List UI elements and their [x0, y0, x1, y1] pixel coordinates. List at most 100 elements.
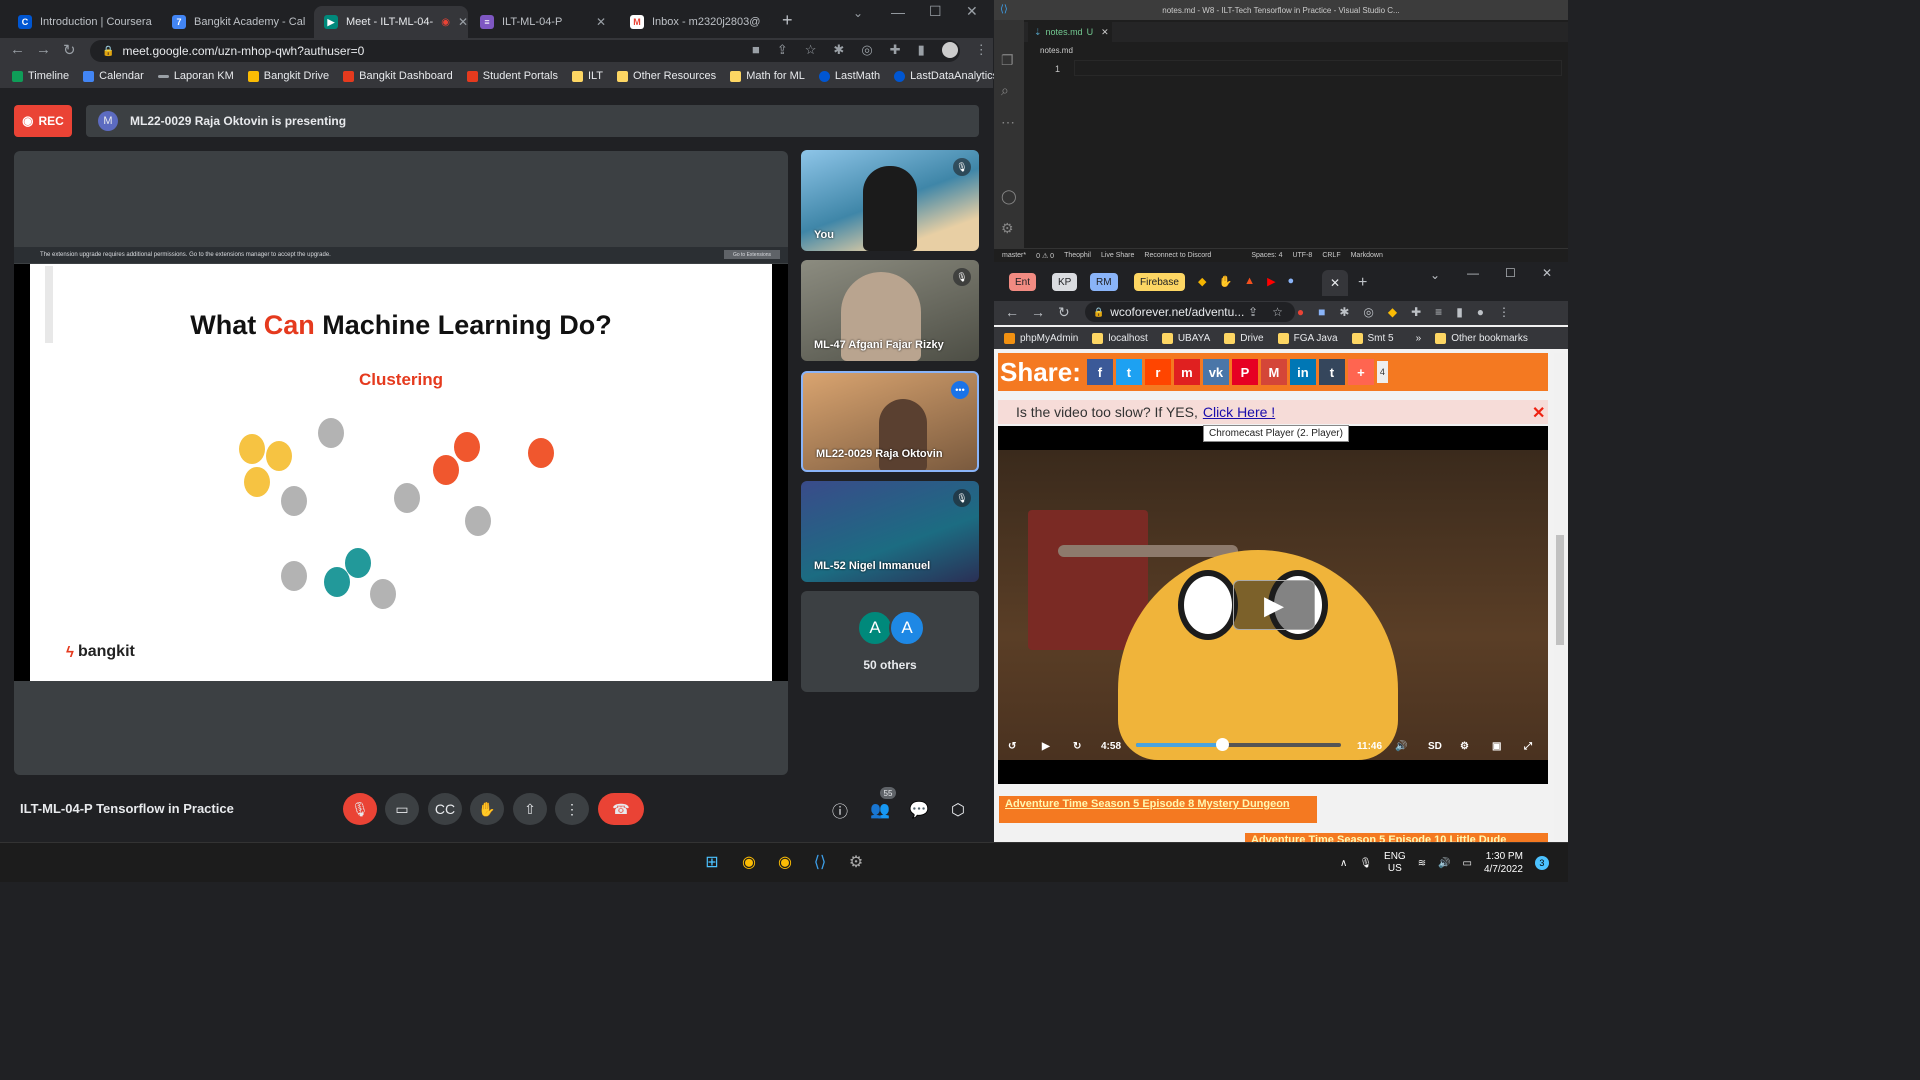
email-icon[interactable]: M — [1260, 359, 1287, 385]
editor-current-line[interactable] — [1074, 60, 1562, 76]
bookmark-localhost[interactable]: localhost — [1092, 332, 1148, 344]
wifi-icon[interactable]: ≋ — [1418, 858, 1426, 869]
extension-icon[interactable]: ✱ — [1339, 305, 1349, 319]
mix-icon[interactable]: m — [1173, 359, 1200, 385]
bookmark-phpmyadmin[interactable]: phpMyAdmin — [1004, 332, 1078, 344]
eol-status[interactable]: CRLF — [1322, 252, 1340, 259]
maximize-icon[interactable]: ☐ — [929, 3, 942, 20]
tab-search-icon[interactable]: ⌄ — [853, 6, 863, 20]
meeting-info-icon[interactable]: ⓘ — [827, 797, 853, 823]
episode-link[interactable]: Adventure Time Season 5 Episode 8 Myster… — [999, 796, 1317, 823]
bookmark-calendar[interactable]: Calendar — [83, 70, 144, 82]
pinterest-icon[interactable]: P — [1231, 359, 1258, 385]
explorer-icon[interactable]: ❐ — [1001, 52, 1014, 69]
tab-bangkit-calendar[interactable]: 7 Bangkit Academy - Cal ✕ — [162, 6, 312, 38]
settings-gear-icon[interactable]: ⚙ — [1001, 220, 1014, 237]
live-share-status[interactable]: Live Share — [1101, 252, 1134, 259]
bookmark-student-portals[interactable]: Student Portals — [466, 70, 558, 82]
back-icon[interactable]: ← — [1005, 304, 1019, 320]
mic-icon[interactable]: 🎙 — [1359, 858, 1372, 869]
play-overlay-icon[interactable]: ▶ — [1233, 580, 1315, 630]
present-button[interactable]: ⇧ — [513, 793, 547, 825]
reddit-icon[interactable]: r — [1144, 359, 1171, 385]
close-window-icon[interactable]: ✕ — [966, 3, 978, 20]
indent-status[interactable]: Spaces: 4 — [1251, 252, 1282, 259]
bookmark-other-resources[interactable]: Other Resources — [617, 70, 716, 82]
extension-icon[interactable]: ● — [1297, 305, 1304, 319]
close-tab-icon[interactable]: ✕ — [768, 15, 770, 29]
clock[interactable]: 1:30 PM 4/7/2022 — [1484, 850, 1523, 876]
star-icon[interactable]: ☆ — [1272, 305, 1283, 319]
problems-status[interactable]: 0 ⚠ 0 — [1036, 252, 1054, 260]
menu-icon[interactable]: ⋮ — [1498, 305, 1510, 319]
participant-tile-afgani[interactable]: 🎙 ML-47 Afgani Fajar Rizky — [801, 260, 979, 361]
hand-icon[interactable]: ✋ — [1218, 275, 1232, 288]
sidepanel-icon[interactable]: ▮ — [1456, 305, 1463, 319]
play-icon[interactable]: ▶ — [1042, 741, 1050, 752]
reload-icon[interactable]: ↻ — [63, 41, 76, 59]
git-branch-status[interactable]: master* — [1002, 252, 1026, 259]
more-icon[interactable]: ⋯ — [1001, 114, 1015, 131]
camera-toggle-button[interactable]: ▭ — [385, 793, 419, 825]
sidepanel-icon[interactable]: ▮ — [918, 42, 925, 58]
back-icon[interactable]: ← — [10, 41, 25, 58]
start-icon[interactable]: ⊞ — [700, 850, 724, 874]
quality-label[interactable]: SD — [1428, 741, 1442, 752]
bookmark-ubaya[interactable]: UBAYA — [1161, 332, 1210, 344]
youtube-icon[interactable]: ▶ — [1267, 275, 1275, 288]
tab-ilt-doc[interactable]: ≡ ILT-ML-04-P ✕ — [470, 6, 616, 38]
tab-search-icon[interactable]: ⌄ — [1430, 268, 1440, 282]
go-to-extensions-button[interactable]: Go to Extensions — [724, 250, 780, 259]
profile-avatar[interactable] — [941, 42, 958, 58]
bookmark-other[interactable]: Other bookmarks — [1435, 332, 1528, 344]
vscode-breadcrumb[interactable]: notes.md — [1040, 46, 1073, 55]
tab-group-rm[interactable]: RM — [1090, 273, 1118, 291]
language-indicator[interactable]: ENG US — [1384, 851, 1406, 875]
bookmark-fga-java[interactable]: FGA Java — [1277, 332, 1338, 344]
chevron-up-icon[interactable]: ∧ — [1340, 858, 1347, 869]
activities-icon[interactable]: ⬡ — [945, 797, 971, 823]
extension-icon[interactable]: ◆ — [1388, 305, 1397, 319]
close-tab-icon[interactable]: ✕ — [458, 15, 468, 29]
bookmark-smt5[interactable]: Smt 5 — [1351, 332, 1394, 344]
people-icon[interactable]: 👥 — [867, 797, 893, 823]
volume-icon[interactable]: 🔊 — [1438, 858, 1450, 869]
facebook-icon[interactable]: f — [1086, 359, 1113, 385]
chrome-icon[interactable]: ◉ — [773, 850, 797, 874]
extension-icon[interactable]: ◎ — [861, 42, 872, 58]
language-status[interactable]: Markdown — [1351, 252, 1383, 259]
pip-icon[interactable]: ▣ — [1492, 741, 1501, 752]
scrollbar-thumb[interactable] — [1556, 535, 1564, 645]
bookmark-math-for-ml[interactable]: Math for ML — [730, 70, 805, 82]
forward-icon[interactable]: → — [36, 41, 51, 58]
share-icon[interactable]: ⇪ — [777, 42, 788, 58]
close-window-icon[interactable]: ✕ — [1542, 266, 1552, 280]
profile-avatar[interactable]: ● — [1477, 305, 1484, 319]
episode-link[interactable]: Adventure Time Season 5 Episode 10 Littl… — [1245, 833, 1548, 842]
search-icon[interactable]: ⌕ — [1001, 82, 1009, 99]
account-icon[interactable]: ◯ — [1001, 188, 1017, 205]
notification-badge[interactable]: 3 — [1534, 856, 1549, 870]
minimize-icon[interactable]: — — [1467, 266, 1479, 280]
captions-button[interactable]: CC — [428, 793, 462, 825]
puzzle-icon[interactable]: ✚ — [890, 42, 901, 58]
new-tab-icon[interactable]: + — [1358, 274, 1367, 292]
close-active-tab-icon[interactable]: ✕ — [1322, 270, 1348, 296]
tumblr-icon[interactable]: t — [1318, 359, 1345, 385]
share-icon[interactable]: ⇪ — [1248, 305, 1258, 319]
settings-gear-icon[interactable]: ⚙ — [1460, 741, 1469, 752]
extension-icon[interactable]: ■ — [1318, 305, 1325, 319]
bookmark-drive[interactable]: Drive — [1224, 332, 1264, 344]
user-status[interactable]: Theophil — [1064, 252, 1091, 259]
firebase-icon[interactable]: ▲ — [1244, 275, 1255, 288]
minimize-icon[interactable]: — — [891, 4, 905, 20]
more-options-icon[interactable]: ••• — [951, 381, 969, 399]
bookmark-ilt[interactable]: ILT — [571, 70, 603, 82]
discord-status[interactable]: Reconnect to Discord — [1144, 252, 1211, 259]
tab-coursera[interactable]: C Introduction | Coursera ✕ — [8, 6, 160, 38]
vk-icon[interactable]: vk — [1202, 359, 1229, 385]
others-tile[interactable] — [801, 591, 979, 692]
tab-meet[interactable]: ▶ Meet - ILT-ML-04- ◉ ✕ — [314, 6, 468, 38]
figma-icon[interactable]: ◆ — [1198, 275, 1206, 288]
participant-tile-raja[interactable]: ••• ML22-0029 Raja Oktovin — [801, 371, 979, 472]
